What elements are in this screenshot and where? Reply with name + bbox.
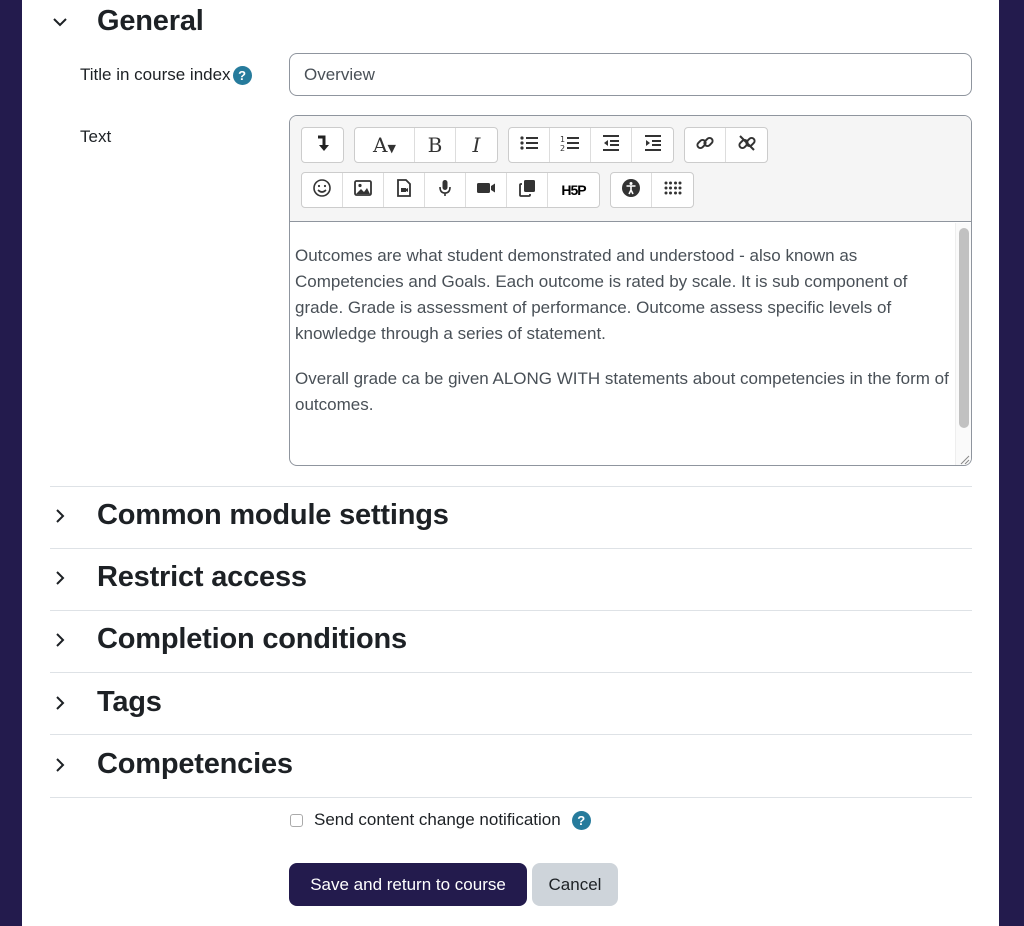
show-more-icon <box>313 133 333 158</box>
font-style-icon: A▼ <box>373 133 396 157</box>
notification-row: Send content change notification ? <box>290 810 591 830</box>
section-title: Common module settings <box>97 499 449 531</box>
toolbar-group-links <box>684 127 768 163</box>
section-completion-conditions[interactable]: Completion conditions <box>50 623 407 656</box>
editor-content[interactable]: Outcomes are what student demonstrated a… <box>290 223 955 465</box>
title-field-label: Title in course index? <box>80 65 252 86</box>
help-icon[interactable]: ? <box>232 66 252 86</box>
resize-grip-icon[interactable] <box>958 452 970 465</box>
section-divider <box>50 486 972 487</box>
paragraph-styles-button[interactable]: A▼ <box>355 128 415 162</box>
outdent-button[interactable] <box>591 128 632 162</box>
media-button[interactable] <box>384 173 425 207</box>
text-field-label: Text <box>80 127 112 146</box>
section-divider <box>50 797 972 798</box>
toolbar-group-accessibility <box>610 172 694 208</box>
cancel-button[interactable]: Cancel <box>532 863 618 906</box>
ordered-list-button[interactable]: 12 <box>550 128 591 162</box>
bold-icon: B <box>427 133 443 157</box>
section-title: Completion conditions <box>97 623 407 655</box>
save-return-button[interactable]: Save and return to course <box>289 863 527 906</box>
title-label-text: Title in course index <box>80 65 231 84</box>
section-divider <box>50 610 972 611</box>
bold-button[interactable]: B <box>415 128 456 162</box>
chevron-down-icon <box>50 12 70 32</box>
record-audio-button[interactable] <box>425 173 466 207</box>
h5p-icon: H5P <box>561 182 586 198</box>
unlink-button[interactable] <box>726 128 767 162</box>
italic-button[interactable]: I <box>456 128 497 162</box>
outdent-icon <box>601 133 621 158</box>
editor-paragraph: Outcomes are what student demonstrated a… <box>295 246 908 343</box>
editor-paragraph: Overall grade ca be given ALONG WITH sta… <box>295 369 949 414</box>
chevron-right-icon <box>50 630 70 650</box>
copy-icon <box>517 178 537 203</box>
indent-button[interactable] <box>632 128 673 162</box>
section-divider <box>50 672 972 673</box>
section-general-toggle[interactable]: General <box>50 5 204 38</box>
unordered-list-icon <box>519 133 539 158</box>
section-divider <box>50 734 972 735</box>
emoji-button[interactable] <box>302 173 343 207</box>
italic-icon: I <box>472 133 481 157</box>
screenreader-helper-button[interactable] <box>652 173 693 207</box>
title-input[interactable] <box>289 53 972 96</box>
send-notification-label[interactable]: Send content change notification <box>314 810 561 830</box>
section-title: Tags <box>97 686 162 718</box>
manage-files-button[interactable] <box>507 173 548 207</box>
rich-text-editor: A▼ B I 12 H5P Outcomes are what student … <box>289 115 972 466</box>
editor-scrollbar[interactable] <box>955 223 971 465</box>
toolbar-group-more <box>301 127 344 163</box>
send-notification-checkbox[interactable] <box>290 813 303 827</box>
microphone-icon <box>435 178 455 203</box>
section-tags[interactable]: Tags <box>50 686 162 719</box>
show-more-button[interactable] <box>302 128 343 162</box>
accessibility-icon <box>621 178 641 203</box>
chevron-right-icon <box>50 506 70 526</box>
help-icon[interactable]: ? <box>571 810 591 830</box>
link-button[interactable] <box>685 128 726 162</box>
svg-text:2: 2 <box>560 144 565 153</box>
toolbar-group-style: A▼ B I <box>354 127 498 163</box>
editor-toolbar: A▼ B I 12 H5P <box>290 116 971 222</box>
section-restrict-access[interactable]: Restrict access <box>50 561 307 594</box>
unlink-icon <box>737 133 757 158</box>
section-title: Competencies <box>97 748 293 780</box>
video-icon <box>476 178 496 203</box>
indent-icon <box>643 133 663 158</box>
image-icon <box>353 178 373 203</box>
unordered-list-button[interactable] <box>509 128 550 162</box>
ordered-list-icon: 12 <box>560 133 580 158</box>
image-button[interactable] <box>343 173 384 207</box>
section-competencies[interactable]: Competencies <box>50 748 293 781</box>
h5p-button[interactable]: H5P <box>548 173 599 207</box>
record-video-button[interactable] <box>466 173 507 207</box>
toolbar-group-insert: H5P <box>301 172 600 208</box>
toolbar-group-lists: 12 <box>508 127 674 163</box>
svg-text:1: 1 <box>560 135 565 144</box>
accessibility-checker-button[interactable] <box>611 173 652 207</box>
chevron-right-icon <box>50 693 70 713</box>
section-title: General <box>97 5 204 37</box>
chevron-right-icon <box>50 755 70 775</box>
chevron-right-icon <box>50 568 70 588</box>
section-title: Restrict access <box>97 561 307 593</box>
screenreader-icon <box>663 178 683 203</box>
media-icon <box>394 178 414 203</box>
emoji-icon <box>312 178 332 203</box>
section-divider <box>50 548 972 549</box>
link-icon <box>695 133 715 158</box>
scrollbar-thumb[interactable] <box>959 228 969 428</box>
section-common-module-settings[interactable]: Common module settings <box>50 499 449 532</box>
page-content: General Title in course index? Text A▼ <box>22 0 999 926</box>
